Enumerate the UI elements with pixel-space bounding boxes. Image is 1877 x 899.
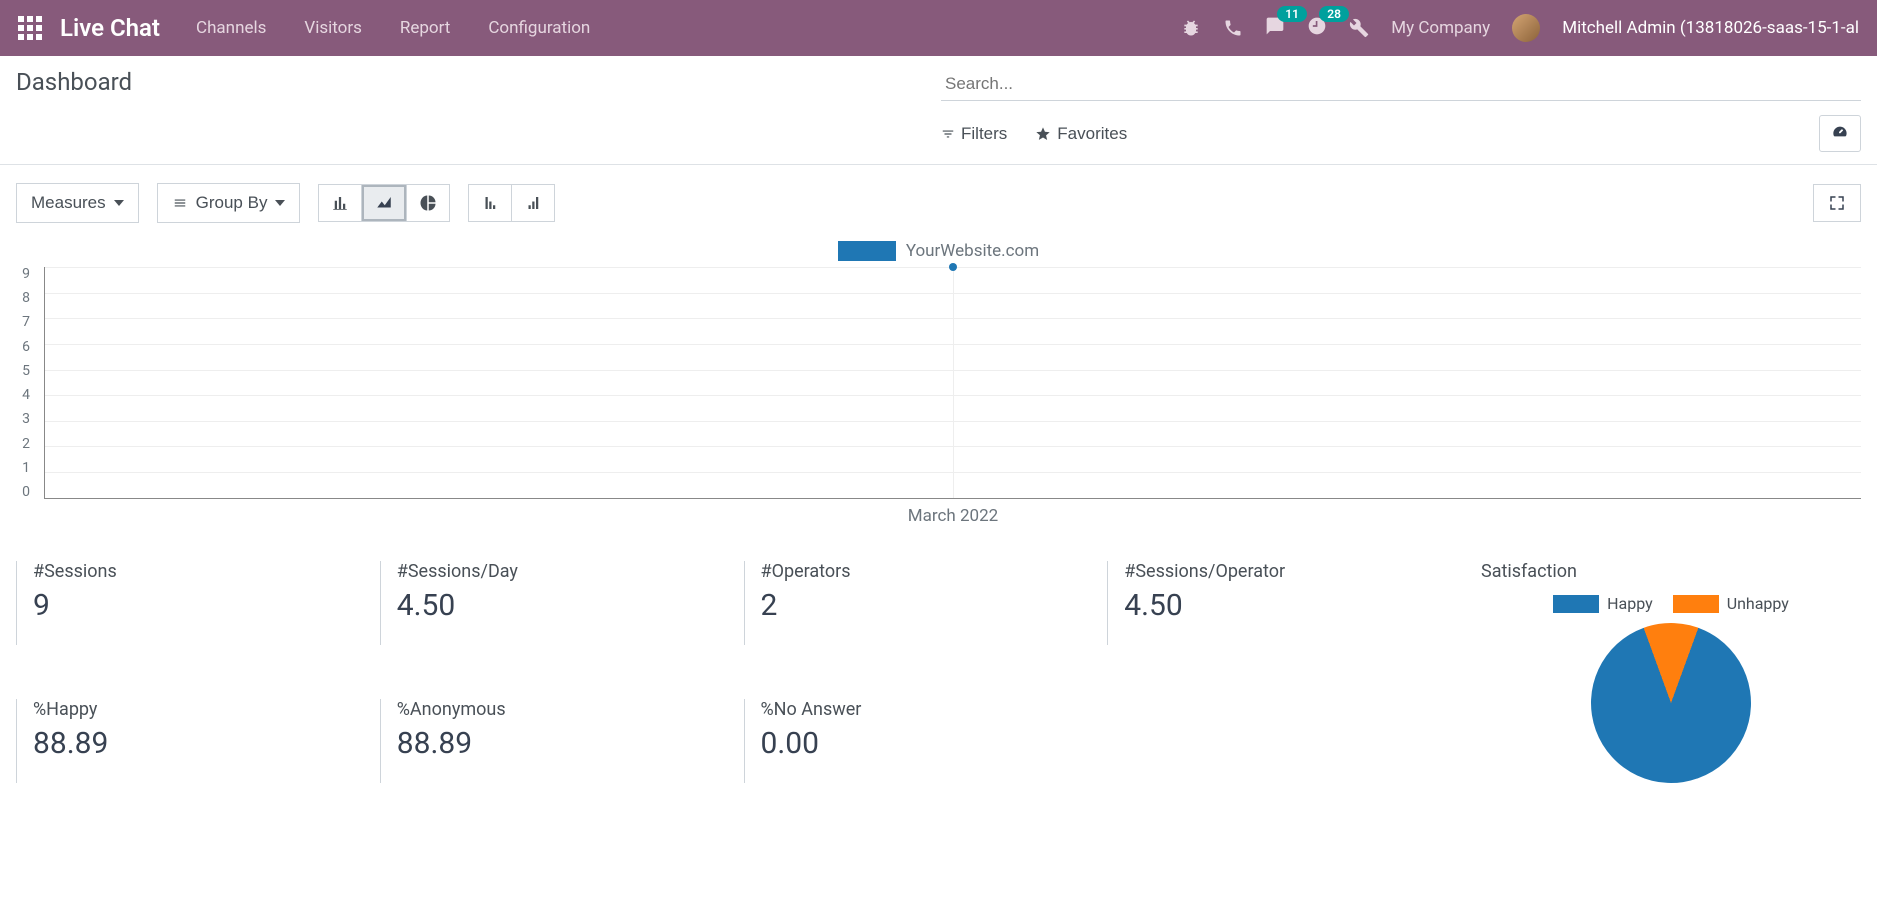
- pie-chart-button[interactable]: [406, 184, 450, 222]
- measures-button[interactable]: Measures: [16, 183, 139, 223]
- x-axis-label: March 2022: [908, 506, 998, 526]
- bug-icon[interactable]: [1181, 18, 1201, 38]
- groupby-button[interactable]: Group By: [157, 183, 301, 223]
- dashboard-view-button[interactable]: [1819, 115, 1861, 152]
- expand-button[interactable]: [1813, 184, 1861, 222]
- stat-sessions-day: #Sessions/Day4.50: [380, 561, 712, 645]
- stat-sessions: #Sessions9: [16, 561, 348, 645]
- sort-asc-icon: [524, 194, 542, 212]
- brand[interactable]: Live Chat: [60, 14, 160, 42]
- filters-button[interactable]: Filters: [941, 124, 1007, 144]
- sort-asc-button[interactable]: [511, 184, 555, 222]
- bar-chart-button[interactable]: [318, 184, 362, 222]
- funnel-icon: [941, 127, 955, 141]
- pie-chart-icon: [419, 194, 437, 212]
- star-icon: [1035, 126, 1051, 142]
- search-input[interactable]: [941, 68, 1861, 101]
- sort-desc-icon: [481, 194, 499, 212]
- control-panel: Dashboard Filters Favorites: [0, 56, 1877, 165]
- sort-group: [468, 184, 555, 222]
- legend-swatch-happy: [1553, 595, 1599, 613]
- gauge-icon: [1830, 124, 1850, 140]
- legend-swatch: [838, 241, 896, 261]
- stat-no-answer: %No Answer0.00: [744, 699, 1076, 783]
- nav-visitors[interactable]: Visitors: [304, 18, 362, 38]
- sort-desc-button[interactable]: [468, 184, 512, 222]
- stat-anonymous: %Anonymous88.89: [380, 699, 712, 783]
- data-point[interactable]: [949, 263, 957, 271]
- legend-label: YourWebsite.com: [906, 241, 1039, 261]
- navbar: Live Chat Channels Visitors Report Confi…: [0, 0, 1877, 56]
- activities-badge: 28: [1319, 6, 1349, 22]
- pie-legend: Happy Unhappy: [1481, 594, 1861, 613]
- caret-down-icon: [275, 200, 285, 206]
- phone-icon[interactable]: [1223, 18, 1243, 38]
- wrench-icon[interactable]: [1349, 18, 1369, 38]
- stat-sessions-operator: #Sessions/Operator4.50: [1107, 561, 1439, 645]
- satisfaction-panel: Satisfaction Happy Unhappy: [1481, 561, 1861, 783]
- stats-grid: #Sessions9 #Sessions/Day4.50 #Operators2…: [16, 561, 1439, 783]
- satisfaction-title: Satisfaction: [1481, 561, 1861, 582]
- chart-area: YourWebsite.com 9 8 7 6 5 4 3 2 1 0 Marc…: [0, 241, 1877, 529]
- legend-happy: Happy: [1553, 594, 1653, 613]
- nav-links: Channels Visitors Report Configuration: [196, 18, 590, 38]
- legend-unhappy: Unhappy: [1673, 594, 1789, 613]
- plot-area: March 2022: [44, 267, 1861, 499]
- nav-configuration[interactable]: Configuration: [488, 18, 590, 38]
- pie-chart[interactable]: [1568, 600, 1773, 805]
- stat-operators: #Operators2: [744, 561, 1076, 645]
- apps-icon[interactable]: [18, 16, 42, 40]
- line-chart-button[interactable]: [361, 184, 407, 222]
- stats-section: #Sessions9 #Sessions/Day4.50 #Operators2…: [0, 529, 1877, 783]
- y-axis: 9 8 7 6 5 4 3 2 1 0: [16, 267, 30, 499]
- expand-icon: [1828, 194, 1846, 212]
- chart-legend: YourWebsite.com: [16, 241, 1861, 261]
- line-chart[interactable]: 9 8 7 6 5 4 3 2 1 0 March 2022: [34, 267, 1861, 529]
- chart-type-group: [318, 184, 450, 222]
- area-chart-icon: [374, 194, 394, 212]
- caret-down-icon: [114, 200, 124, 206]
- legend-swatch-unhappy: [1673, 595, 1719, 613]
- user-menu[interactable]: Mitchell Admin (13818026-saas-15-1-al: [1562, 18, 1859, 38]
- company-selector[interactable]: My Company: [1391, 18, 1490, 38]
- messages-button[interactable]: 11: [1265, 16, 1285, 40]
- nav-channels[interactable]: Channels: [196, 18, 266, 38]
- page-title: Dashboard: [16, 68, 132, 96]
- list-icon: [172, 196, 188, 210]
- messages-badge: 11: [1277, 6, 1307, 22]
- stat-happy: %Happy88.89: [16, 699, 348, 783]
- favorites-button[interactable]: Favorites: [1035, 124, 1127, 144]
- graph-toolbar: Measures Group By: [0, 165, 1877, 241]
- avatar[interactable]: [1512, 14, 1540, 42]
- nav-report[interactable]: Report: [400, 18, 450, 38]
- bar-chart-icon: [331, 194, 349, 212]
- activities-button[interactable]: 28: [1307, 16, 1327, 40]
